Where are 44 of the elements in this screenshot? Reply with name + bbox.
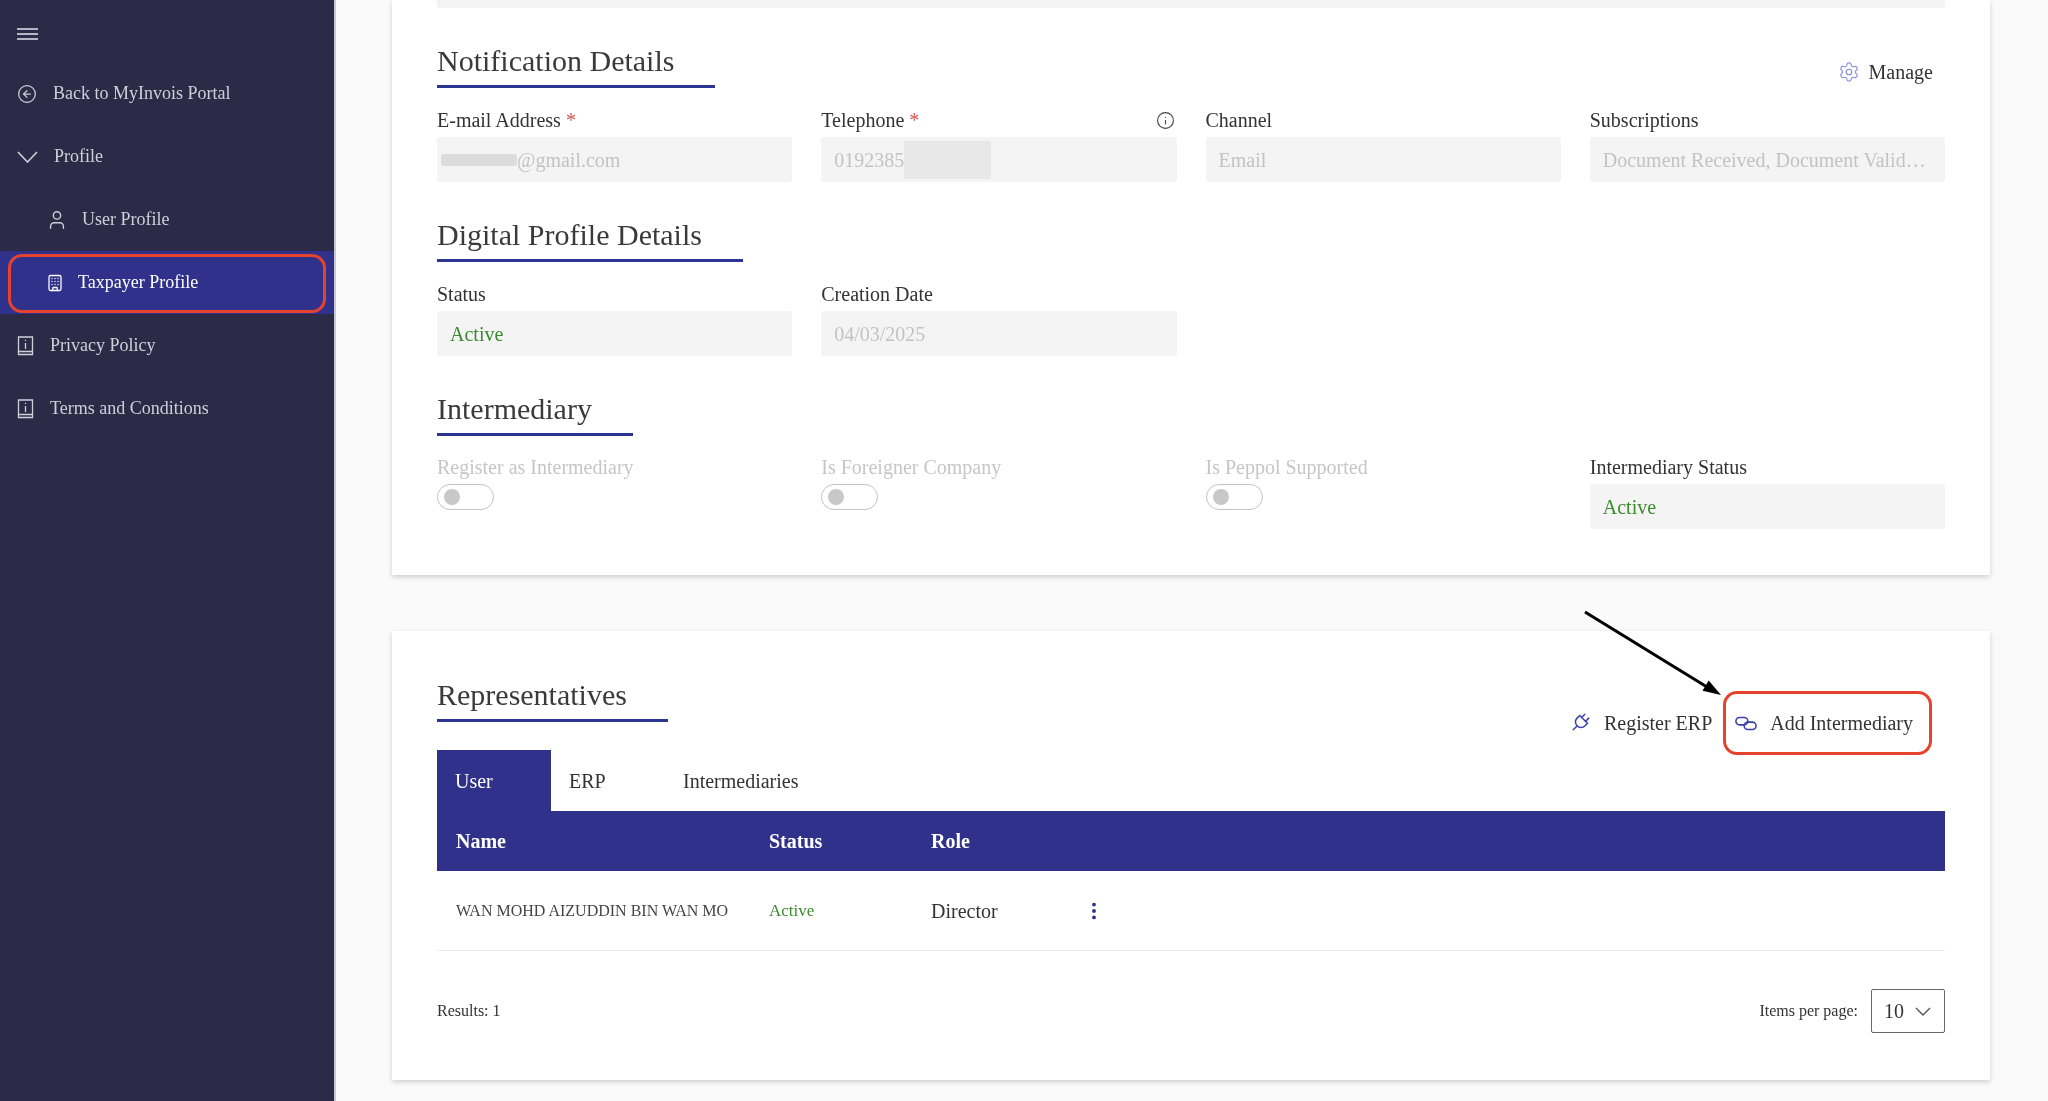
- status-field[interactable]: Active: [437, 311, 793, 356]
- page-size-label: Items per page:: [1759, 1001, 1858, 1022]
- building-icon: [46, 273, 64, 292]
- column-header: Role: [931, 830, 970, 852]
- toggle-label: Register as Intermediary: [437, 455, 634, 480]
- table-cell: WAN MOHD AIZUDDIN BIN WAN MO: [456, 901, 729, 919]
- field-label: Subscriptions: [1589, 108, 1699, 133]
- settings-icon: [1837, 61, 1860, 83]
- sidebar-item[interactable]: Profile: [0, 125, 334, 188]
- book-info-icon: [17, 335, 34, 356]
- field-label: Intermediary Status: [1589, 455, 1747, 480]
- sidebar-item[interactable]: Back to MyInvois Portal: [0, 62, 334, 125]
- section-heading: Intermediary: [437, 391, 633, 436]
- status-field[interactable]: Active: [1589, 484, 1945, 529]
- toggle-label: Is Peppol Supported: [1205, 455, 1368, 480]
- page-size-select[interactable]: 10: [1871, 989, 1945, 1033]
- toolbar-button[interactable]: Add Intermediary: [1723, 691, 1932, 755]
- book-info-icon: [17, 398, 34, 419]
- section-heading: Digital Profile Details: [437, 217, 743, 262]
- field-label: Creation Date: [821, 282, 933, 307]
- sidebar-item[interactable]: Taxpayer Profile: [0, 251, 334, 314]
- field-label: Channel: [1205, 108, 1273, 133]
- table-cell: Director: [931, 899, 998, 922]
- results-count: Results: 1: [437, 1001, 501, 1021]
- sidebar-item[interactable]: User Profile: [0, 188, 334, 251]
- chevron-down-icon: [1915, 1006, 1931, 1016]
- sidebar-item[interactable]: Terms and Conditions: [0, 377, 334, 440]
- section-heading: Notification Details: [437, 43, 716, 88]
- field-label: Status: [437, 282, 486, 307]
- sidebar-item[interactable]: Privacy Policy: [0, 314, 334, 377]
- column-header: Name: [456, 830, 506, 852]
- back-arrow-circle-icon: [17, 83, 37, 104]
- info-icon[interactable]: [1155, 110, 1175, 130]
- field-label: Telephone *: [821, 108, 920, 133]
- menu-icon[interactable]: [17, 28, 38, 40]
- section-heading: Representatives: [437, 677, 668, 722]
- field-label: E-mail Address *: [437, 108, 576, 133]
- toggle-label: Is Foreigner Company: [821, 455, 1002, 480]
- chain-link-icon: [1735, 715, 1758, 731]
- toolbar-button[interactable]: Register ERP: [1568, 708, 1713, 738]
- column-header: Status: [769, 830, 823, 852]
- status-text: Active: [769, 900, 815, 920]
- tab[interactable]: User: [437, 750, 551, 811]
- manage-button[interactable]: Manage: [1837, 59, 1933, 85]
